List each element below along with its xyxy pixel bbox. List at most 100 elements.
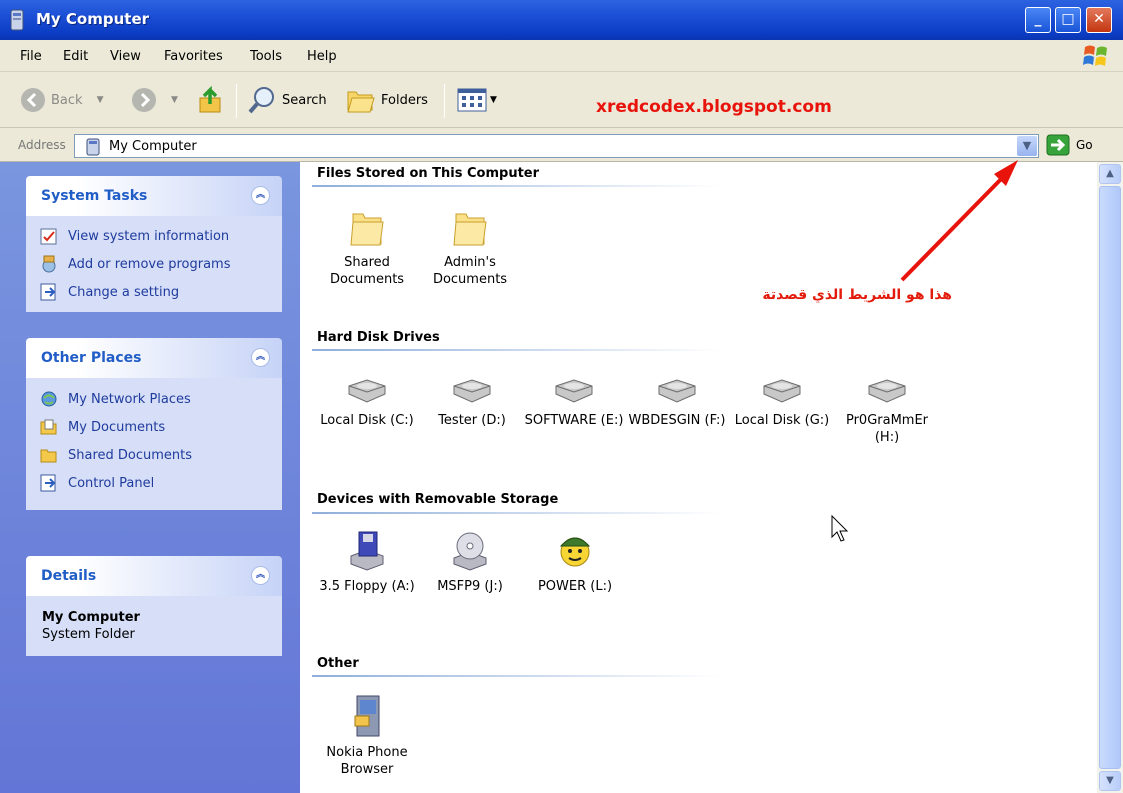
other-places-title: Other Places <box>41 350 142 366</box>
group-divider <box>312 185 722 187</box>
address-value: My Computer <box>109 139 197 154</box>
phone-browser-icon <box>354 695 380 737</box>
drive-wbdesgin-f[interactable]: WBDESGIN (F:) <box>627 376 727 429</box>
maximize-button[interactable]: □ <box>1055 7 1081 33</box>
cd-drive-icon <box>453 532 487 571</box>
floppy-drive-icon <box>350 531 384 571</box>
folders-icon <box>347 91 375 113</box>
drive-software-e[interactable]: SOFTWARE (E:) <box>524 376 624 429</box>
folder-icon <box>350 213 384 246</box>
collapse-icon[interactable]: ︽ <box>251 348 270 367</box>
vertical-scrollbar[interactable]: ▲ ▼ <box>1097 162 1123 793</box>
menu-view[interactable]: View <box>110 49 141 64</box>
nokia-phone-browser[interactable]: Nokia Phone Browser <box>317 694 417 778</box>
up-folder-button[interactable] <box>198 84 226 114</box>
views-icon <box>457 88 487 112</box>
go-button[interactable]: Go <box>1046 134 1093 156</box>
toolbar: Back ▼ ▼ Search Folders ▼ <box>0 72 1123 128</box>
minimize-button[interactable]: _ <box>1025 7 1051 33</box>
drive-floppy-a[interactable]: 3.5 Floppy (A:) <box>317 530 417 595</box>
place-my-documents[interactable]: My Documents <box>40 418 165 436</box>
up-folder-icon <box>199 85 221 113</box>
group-hard-disks-title: Hard Disk Drives <box>317 330 440 345</box>
drive-programmer-h[interactable]: Pr0GraMmEr (H:) <box>837 376 937 446</box>
chevron-down-icon: ▼ <box>490 95 497 105</box>
control-panel-icon <box>40 283 56 301</box>
forward-arrow-icon <box>132 88 156 112</box>
my-computer-icon <box>86 138 100 156</box>
drive-msfp9-j[interactable]: MSFP9 (J:) <box>420 530 520 595</box>
smiley-drive-icon <box>559 537 591 567</box>
drive-local-disk-g[interactable]: Local Disk (G:) <box>732 376 832 429</box>
back-label: Back <box>51 92 83 108</box>
address-label: Address <box>18 138 66 152</box>
mouse-cursor-icon <box>831 515 849 542</box>
system-info-icon <box>40 228 57 245</box>
hard-disk-icon <box>348 379 386 403</box>
folder-icon <box>453 213 487 246</box>
my-computer-icon <box>10 9 24 31</box>
window-title: My Computer <box>36 10 150 28</box>
details-name: My Computer <box>42 610 140 625</box>
annotation-text: هذا هو الشريط الذي قصدتة <box>762 287 952 303</box>
network-places-icon <box>41 391 57 407</box>
task-pane: System Tasks ︽ View system information A… <box>0 162 300 793</box>
watermark-text: xredcodex.blogspot.com <box>596 97 832 117</box>
hard-disk-icon <box>555 379 593 403</box>
close-button[interactable]: ✕ <box>1086 7 1112 33</box>
go-label: Go <box>1076 138 1093 152</box>
folder-admins-documents[interactable]: Admin's Documents <box>420 208 520 288</box>
drive-tester-d[interactable]: Tester (D:) <box>422 376 522 429</box>
other-places-header[interactable]: Other Places ︽ <box>26 338 282 378</box>
views-button[interactable]: ▼ <box>457 88 497 112</box>
chevron-down-icon: ▼ <box>171 95 178 105</box>
scroll-up-button[interactable]: ▲ <box>1099 164 1121 184</box>
details-header[interactable]: Details ︽ <box>26 556 282 596</box>
group-other-title: Other <box>317 656 359 671</box>
control-panel-icon <box>40 474 56 492</box>
folders-button[interactable]: Folders <box>346 86 428 114</box>
annotation-arrow <box>900 160 1018 282</box>
other-places-body: My Network Places My Documents Shared Do… <box>26 378 282 510</box>
group-removable-title: Devices with Removable Storage <box>317 492 559 507</box>
task-change-setting[interactable]: Change a setting <box>40 283 179 301</box>
menu-help[interactable]: Help <box>307 49 337 64</box>
toolbar-separator <box>236 84 237 118</box>
add-remove-programs-icon <box>42 255 56 273</box>
hard-disk-icon <box>868 379 906 403</box>
collapse-icon[interactable]: ︽ <box>251 186 270 205</box>
search-button[interactable]: Search <box>247 85 327 115</box>
back-arrow-icon <box>21 88 45 112</box>
task-add-remove-programs[interactable]: Add or remove programs <box>40 255 231 273</box>
menu-tools[interactable]: Tools <box>250 49 282 64</box>
windows-logo-icon <box>1083 45 1107 66</box>
menu-favorites[interactable]: Favorites <box>164 49 223 64</box>
forward-button[interactable]: ▼ <box>131 87 178 113</box>
scroll-thumb[interactable] <box>1099 186 1121 769</box>
group-divider <box>312 675 722 677</box>
system-tasks-header[interactable]: System Tasks ︽ <box>26 176 282 216</box>
drive-local-disk-c[interactable]: Local Disk (C:) <box>317 376 417 429</box>
hard-disk-icon <box>453 379 491 403</box>
chevron-down-icon: ▼ <box>96 95 104 105</box>
title-bar: My Computer _ □ ✕ <box>0 0 1123 40</box>
group-files-stored-title: Files Stored on This Computer <box>317 166 540 181</box>
details-title: Details <box>41 568 97 584</box>
drive-power-l[interactable]: POWER (L:) <box>525 530 625 595</box>
scroll-down-button[interactable]: ▼ <box>1099 771 1121 791</box>
folder-shared-documents[interactable]: Shared Documents <box>317 208 417 288</box>
search-label: Search <box>282 92 327 108</box>
menu-edit[interactable]: Edit <box>63 49 88 64</box>
place-my-network-places[interactable]: My Network Places <box>40 390 191 408</box>
menu-file[interactable]: File <box>20 49 42 64</box>
back-button[interactable]: Back ▼ <box>20 87 103 113</box>
group-divider <box>312 512 722 514</box>
system-tasks-title: System Tasks <box>41 188 148 204</box>
task-view-system-info[interactable]: View system information <box>40 227 229 245</box>
place-shared-documents[interactable]: Shared Documents <box>40 446 192 464</box>
collapse-icon[interactable]: ︽ <box>251 566 270 585</box>
system-tasks-body: View system information Add or remove pr… <box>26 216 282 312</box>
shared-documents-icon <box>40 449 57 463</box>
place-control-panel[interactable]: Control Panel <box>40 474 154 492</box>
search-icon <box>248 87 274 114</box>
